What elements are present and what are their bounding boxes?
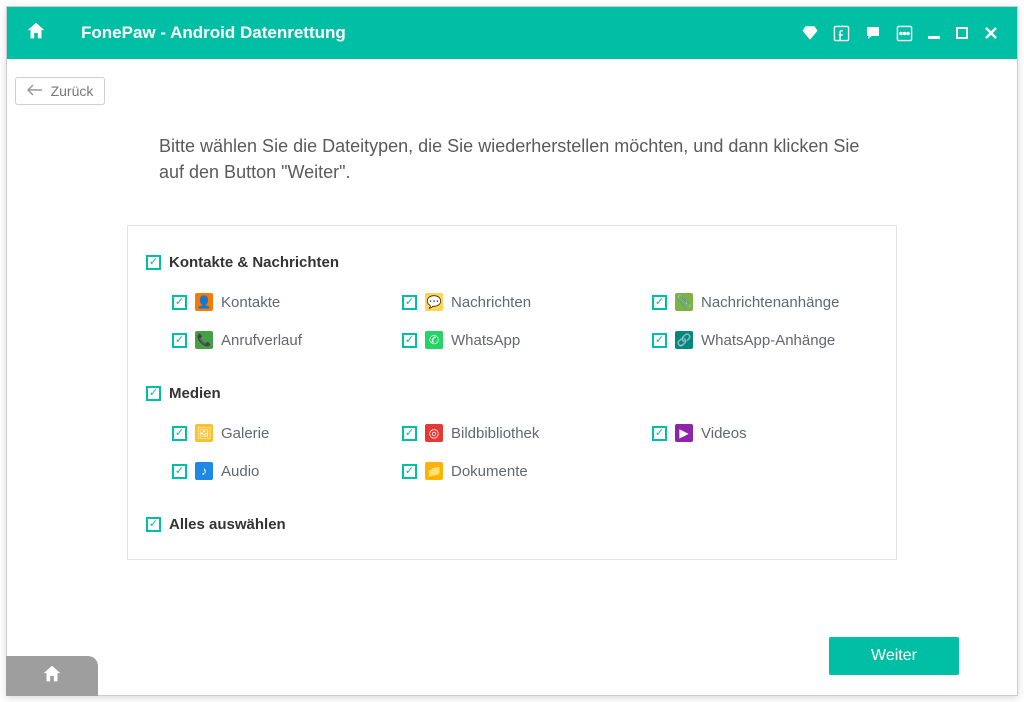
type-label: Dokumente bbox=[451, 463, 528, 480]
home-icon[interactable] bbox=[25, 20, 61, 47]
checkbox-galerie[interactable]: ✓ bbox=[172, 426, 187, 441]
type-item-audio[interactable]: ✓ ♪ Audio bbox=[172, 462, 402, 480]
footer-home-tab[interactable] bbox=[6, 656, 98, 696]
message-attachments-icon: 📎 bbox=[675, 293, 693, 311]
home-icon bbox=[41, 663, 63, 690]
checkbox-dokumente[interactable]: ✓ bbox=[402, 464, 417, 479]
type-item-whatsapp[interactable]: ✓ ✆ WhatsApp bbox=[402, 331, 652, 349]
type-item-anrufverlauf[interactable]: ✓ 📞 Anrufverlauf bbox=[172, 331, 402, 349]
whatsapp-attachments-icon: 🔗 bbox=[675, 331, 693, 349]
type-item-whatsapp-anh[interactable]: ✓ 🔗 WhatsApp-Anhänge bbox=[652, 331, 912, 349]
next-button[interactable]: Weiter bbox=[829, 637, 959, 675]
feedback-icon[interactable] bbox=[864, 24, 882, 42]
whatsapp-icon: ✆ bbox=[425, 331, 443, 349]
section-media: ✓ Medien bbox=[146, 385, 878, 402]
back-label: Zurück bbox=[51, 83, 94, 99]
checkbox-nachrichten-anh[interactable]: ✓ bbox=[652, 295, 667, 310]
minimize-icon[interactable] bbox=[927, 26, 941, 40]
back-button[interactable]: Zurück bbox=[15, 77, 105, 105]
type-item-nachrichten[interactable]: ✓ 💬 Nachrichten bbox=[402, 293, 652, 311]
contacts-icon: 👤 bbox=[195, 293, 213, 311]
type-label: WhatsApp bbox=[451, 332, 520, 349]
facebook-icon[interactable] bbox=[833, 25, 850, 42]
checkbox-kontakte[interactable]: ✓ bbox=[172, 295, 187, 310]
type-label: Nachrichtenanhänge bbox=[701, 294, 839, 311]
type-item-videos[interactable]: ✓ ▶ Videos bbox=[652, 424, 912, 442]
section-contacts: ✓ Kontakte & Nachrichten bbox=[146, 254, 878, 271]
gallery-icon: 🖼 bbox=[195, 424, 213, 442]
audio-icon: ♪ bbox=[195, 462, 213, 480]
content-area: Bitte wählen Sie die Dateitypen, die Sie… bbox=[7, 105, 1017, 695]
type-label: WhatsApp-Anhänge bbox=[701, 332, 835, 349]
type-item-galerie[interactable]: ✓ 🖼 Galerie bbox=[172, 424, 402, 442]
checkbox-section-contacts[interactable]: ✓ bbox=[146, 255, 161, 270]
type-selection-panel: ✓ Kontakte & Nachrichten ✓ 👤 Kontakte ✓ … bbox=[127, 225, 897, 560]
videos-icon: ▶ bbox=[675, 424, 693, 442]
checkbox-whatsapp[interactable]: ✓ bbox=[402, 333, 417, 348]
app-title: FonePaw - Android Datenrettung bbox=[81, 23, 346, 43]
call-log-icon: 📞 bbox=[195, 331, 213, 349]
titlebar: FonePaw - Android Datenrettung bbox=[7, 7, 1017, 59]
type-item-kontakte[interactable]: ✓ 👤 Kontakte bbox=[172, 293, 402, 311]
arrow-left-icon bbox=[27, 83, 43, 99]
type-item-nachrichten-anh[interactable]: ✓ 📎 Nachrichtenanhänge bbox=[652, 293, 912, 311]
type-label: Nachrichten bbox=[451, 294, 531, 311]
messages-icon: 💬 bbox=[425, 293, 443, 311]
section-media-label: Medien bbox=[169, 385, 221, 402]
type-label: Galerie bbox=[221, 425, 269, 442]
picture-library-icon: ◎ bbox=[425, 424, 443, 442]
checkbox-audio[interactable]: ✓ bbox=[172, 464, 187, 479]
documents-icon: 📁 bbox=[425, 462, 443, 480]
checkbox-nachrichten[interactable]: ✓ bbox=[402, 295, 417, 310]
type-item-dokumente[interactable]: ✓ 📁 Dokumente bbox=[402, 462, 652, 480]
checkbox-select-all[interactable]: ✓ bbox=[146, 517, 161, 532]
next-label: Weiter bbox=[871, 647, 917, 664]
more-icon[interactable] bbox=[896, 25, 913, 42]
type-item-bildbibliothek[interactable]: ✓ ◎ Bildbibliothek bbox=[402, 424, 652, 442]
type-label: Audio bbox=[221, 463, 259, 480]
close-icon[interactable] bbox=[983, 25, 999, 41]
maximize-icon[interactable] bbox=[955, 26, 969, 40]
checkbox-whatsapp-anh[interactable]: ✓ bbox=[652, 333, 667, 348]
section-contacts-label: Kontakte & Nachrichten bbox=[169, 254, 339, 271]
type-label: Videos bbox=[701, 425, 747, 442]
section-select-all: ✓ Alles auswählen bbox=[146, 516, 878, 533]
checkbox-section-media[interactable]: ✓ bbox=[146, 386, 161, 401]
checkbox-anrufverlauf[interactable]: ✓ bbox=[172, 333, 187, 348]
type-label: Bildbibliothek bbox=[451, 425, 539, 442]
type-label: Kontakte bbox=[221, 294, 280, 311]
instruction-text: Bitte wählen Sie die Dateitypen, die Sie… bbox=[59, 133, 965, 185]
type-label: Anrufverlauf bbox=[221, 332, 302, 349]
diamond-icon[interactable] bbox=[801, 24, 819, 42]
select-all-label: Alles auswählen bbox=[169, 516, 286, 533]
app-window: FonePaw - Android Datenrettung Zurü bbox=[6, 6, 1018, 696]
checkbox-videos[interactable]: ✓ bbox=[652, 426, 667, 441]
checkbox-bildbibliothek[interactable]: ✓ bbox=[402, 426, 417, 441]
